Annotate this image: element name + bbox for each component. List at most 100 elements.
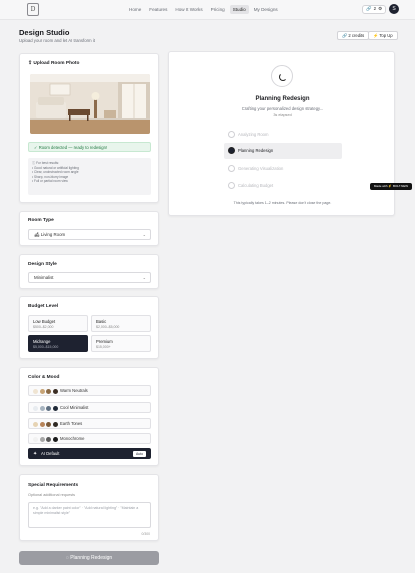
step-generating-visualization: Generating Visualization: [224, 161, 342, 177]
nav-link-home[interactable]: Home: [126, 5, 144, 14]
swatch: [33, 389, 38, 394]
budget-option-premium[interactable]: Premium $15,000+: [91, 335, 151, 352]
swatch: [46, 437, 51, 442]
room-type-card: Room Type 🛋 Living Room ⌄: [19, 211, 159, 246]
swatch: [33, 422, 38, 427]
nav-right: 🔗 2 ⚙ S: [362, 4, 399, 14]
top-nav: D Home Features How It Works Pricing Stu…: [0, 0, 415, 20]
requirements-title: Special Requirements: [28, 483, 79, 488]
elapsed-time: 3s elapsed: [273, 113, 292, 117]
step-icon: [228, 182, 235, 189]
color-swatches: [33, 437, 58, 442]
budget-option-range: $5,000–$15,000: [33, 345, 59, 349]
tip-item: • Full or partial room view: [32, 179, 68, 184]
gear-icon: ⚙: [378, 6, 382, 11]
swatch: [46, 389, 51, 394]
step-icon: [228, 147, 235, 154]
budget-option-midrange[interactable]: Midrange $5,000–$15,000: [28, 335, 88, 352]
room-type-value: Living Room: [40, 232, 66, 237]
requirements-textarea[interactable]: e.g. "Add a darker paint color" · "Add n…: [28, 502, 151, 528]
mood-option-earth-tones[interactable]: Earth Tones: [28, 418, 151, 429]
progress-title: Planning Redesign: [255, 96, 310, 102]
budget-option-name: Basic: [96, 319, 107, 324]
step-analyzing-room: Analyzing Room: [224, 127, 342, 143]
design-style-card: Design Style Minimalist ⌄: [19, 254, 159, 289]
budget-option-range: $15,000+: [96, 345, 111, 349]
swatch: [46, 406, 51, 411]
swatch: [52, 422, 58, 427]
auto-badge: Auto: [133, 451, 146, 457]
sofa-icon: 🛋: [34, 232, 41, 237]
color-swatches: [33, 406, 58, 411]
made-with-badge[interactable]: Made with ⚡ BOLT.NEW: [370, 183, 412, 190]
cta-label: Planning Redesign: [70, 555, 113, 561]
nav-link-features[interactable]: Features: [146, 5, 170, 14]
swatch: [33, 406, 38, 411]
swatch: [39, 389, 45, 394]
credits-button-label: 2 credits: [348, 33, 365, 38]
mood-option-name: Cool Minimalist: [60, 405, 89, 410]
budget-option-name: Premium: [96, 339, 113, 344]
chevron-down-icon: ⌄: [142, 232, 146, 237]
budget-option-range: $500–$2,000: [33, 325, 54, 329]
chevron-down-icon: ⌄: [142, 275, 146, 280]
progress-note: This typically takes 1–2 minutes. Please…: [233, 201, 332, 205]
progress-spinner: [271, 65, 293, 87]
swatch: [46, 422, 51, 427]
swatch: [39, 437, 45, 442]
room-photo-image: [30, 74, 150, 134]
link-icon: 🔗: [366, 6, 372, 11]
budget-option-low[interactable]: Low Budget $500–$2,000: [28, 315, 88, 332]
design-style-title: Design Style: [28, 262, 57, 267]
color-mood-title: Color & Mood: [28, 375, 60, 380]
planning-redesign-button[interactable]: ◌ Planning Redesign: [19, 551, 159, 565]
credits-pill[interactable]: 🔗 2 ⚙: [362, 4, 386, 14]
upload-title: ⇪ Upload Room Photo: [28, 61, 80, 66]
sparkle-icon: ✦: [33, 451, 38, 457]
mood-option-name: Monochrome: [60, 436, 85, 441]
nav-link-how-it-works[interactable]: How It Works: [172, 5, 205, 14]
top-up-label: Top Up: [379, 33, 393, 38]
mood-option-ai-default[interactable]: ✦ AI Default Auto: [28, 448, 151, 459]
budget-option-range: $2,000–$5,000: [96, 325, 120, 329]
mood-option-warm-neutrals[interactable]: Warm Neutrals: [28, 385, 151, 396]
color-swatches: [33, 422, 58, 427]
room-photo[interactable]: [30, 74, 150, 134]
credits-count: 2: [373, 6, 377, 11]
mood-option-cool-minimalist[interactable]: Cool Minimalist: [28, 402, 151, 413]
nav-link-my-designs[interactable]: My Designs: [251, 5, 281, 14]
swatch: [33, 437, 38, 442]
step-calculating-budget: Calculating Budget: [224, 178, 342, 194]
budget-option-name: Midrange: [33, 339, 51, 344]
mood-option-name: AI Default: [41, 451, 60, 456]
upload-card: ⇪ Upload Room Photo ✓ Room detected — re…: [19, 53, 159, 203]
design-style-select[interactable]: Minimalist ⌄: [28, 272, 151, 283]
mood-option-monochrome[interactable]: Monochrome: [28, 433, 151, 444]
nav-links: Home Features How It Works Pricing Studi…: [126, 5, 283, 14]
swatch: [52, 406, 58, 411]
budget-card: Budget Level Low Budget $500–$2,000 Basi…: [19, 296, 159, 359]
requirements-card: Special Requirements Optional additional…: [19, 474, 159, 541]
room-detected-status: ✓ Room detected — ready to redesign!: [28, 142, 151, 152]
budget-option-basic[interactable]: Basic $2,000–$5,000: [91, 315, 151, 332]
swatch: [52, 437, 58, 442]
top-up-button[interactable]: ⚡ Top Up: [368, 31, 398, 40]
app-logo[interactable]: D: [27, 3, 39, 16]
room-type-title: Room Type: [28, 218, 54, 223]
room-type-select[interactable]: 🛋 Living Room ⌄: [28, 229, 151, 240]
requirements-hint: Optional additional requests: [28, 493, 76, 497]
swatch: [39, 406, 45, 411]
spinner-icon: [279, 73, 287, 81]
swatch: [39, 422, 45, 427]
nav-link-studio[interactable]: Studio: [229, 5, 249, 14]
step-icon: [228, 165, 235, 172]
design-style-value: Minimalist: [34, 275, 54, 280]
nav-link-pricing[interactable]: Pricing: [208, 5, 228, 14]
character-counter: 0/300: [141, 532, 151, 536]
color-swatches: [33, 389, 58, 394]
step-planning-redesign: Planning Redesign: [224, 143, 342, 159]
avatar[interactable]: S: [389, 4, 399, 14]
progress-subtitle: Crafting your personalized design strate…: [241, 106, 324, 111]
credits-button[interactable]: 🔗 2 credits: [337, 31, 370, 40]
color-mood-card: Color & Mood Warm Neutrals Cool Minimali…: [19, 367, 159, 466]
